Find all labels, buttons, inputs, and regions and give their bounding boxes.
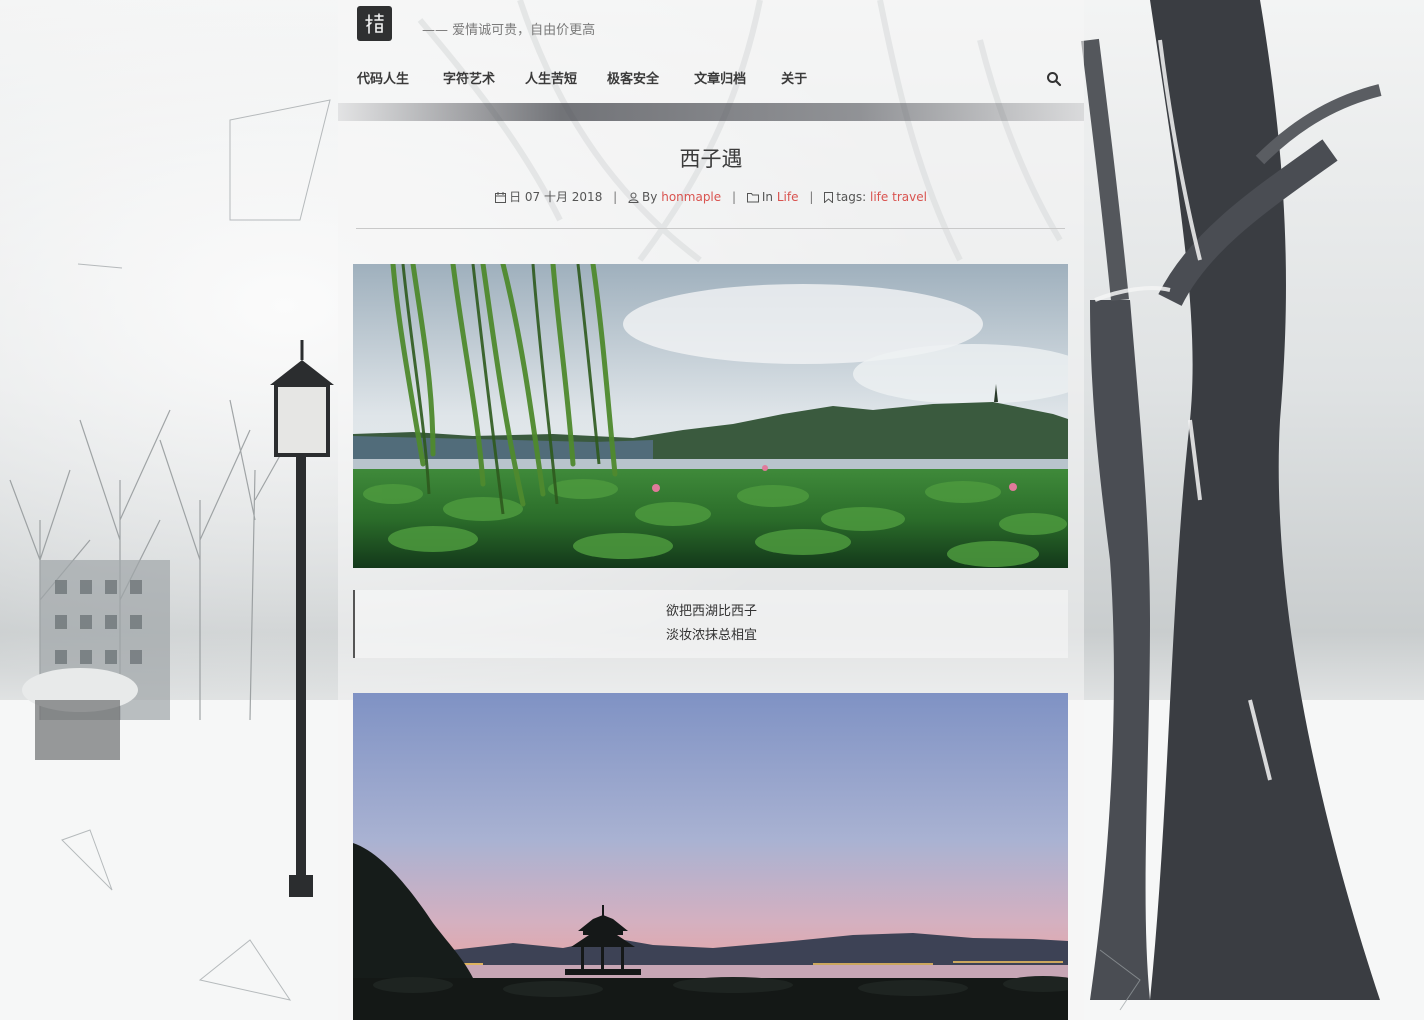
- nav-item-ascii-art[interactable]: 字符艺术: [443, 68, 495, 90]
- category-link[interactable]: Life: [777, 190, 799, 204]
- site-slogan: —— 爱情诚可贵，自由价更高: [422, 23, 596, 38]
- search-button[interactable]: [1045, 70, 1063, 88]
- post-title: 西子遇: [679, 147, 743, 171]
- nav-item-code-life[interactable]: 代码人生: [357, 68, 409, 90]
- meta-separator: |: [613, 190, 618, 204]
- site-logo[interactable]: [357, 6, 392, 41]
- post-tags: tags: life travel: [824, 190, 927, 204]
- meta-separator: |: [731, 190, 737, 204]
- nav-item-geek-security[interactable]: 极客安全: [607, 68, 659, 90]
- search-icon: [1047, 72, 1062, 87]
- post-photo-lotus-lake: [353, 264, 1068, 568]
- nav-item-archives[interactable]: 文章归档: [694, 68, 746, 90]
- quote-line-1: 欲把西湖比西子: [665, 604, 757, 619]
- logo-seal-icon: [364, 12, 384, 34]
- post-date: 日 07 十月 2018: [495, 190, 602, 204]
- poem-quote: 欲把西湖比西子 淡妆浓抹总相宜: [353, 590, 1068, 658]
- author-link[interactable]: honmaple: [661, 190, 721, 204]
- quote-line-2: 淡妆浓抹总相宜: [665, 628, 757, 643]
- nav-underline-bar: [338, 103, 1084, 121]
- nav-item-about[interactable]: 关于: [781, 68, 807, 90]
- post-photo-sunset-pavilion: [353, 693, 1068, 1020]
- calendar-icon: [495, 192, 507, 203]
- tag-link[interactable]: life: [870, 190, 888, 204]
- by-label: By: [642, 190, 658, 204]
- tag-link[interactable]: travel: [892, 190, 927, 204]
- nav-item-life-short[interactable]: 人生苦短: [525, 68, 577, 90]
- meta-separator: |: [809, 190, 814, 204]
- post-date-text: 日 07 十月 2018: [509, 190, 603, 204]
- tags-label: tags:: [836, 190, 867, 204]
- folder-icon: [746, 193, 759, 203]
- main-nav: 代码人生 字符艺术 人生苦短 极客安全 文章归档 关于: [357, 68, 807, 90]
- in-label: In: [761, 190, 774, 204]
- bookmark-icon: [824, 192, 834, 204]
- post-meta: 日 07 十月 2018 | By honmaple | In Life | t…: [338, 188, 1084, 205]
- post-category: In Life: [746, 190, 799, 204]
- user-icon: [628, 192, 639, 203]
- post-author: By honmaple: [628, 190, 721, 204]
- title-divider: [356, 228, 1065, 229]
